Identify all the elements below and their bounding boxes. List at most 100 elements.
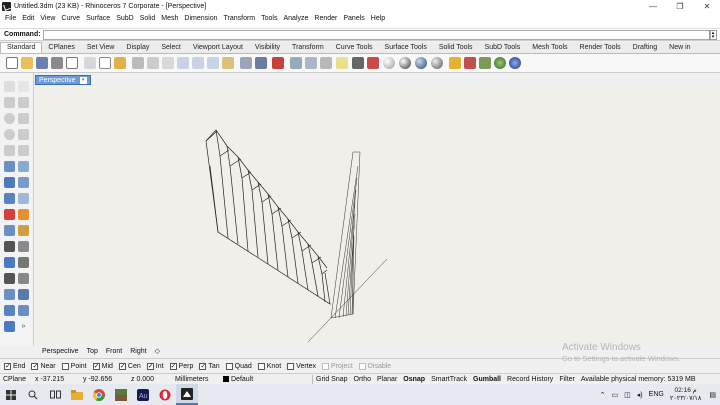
- tab-render-tools[interactable]: Render Tools: [574, 44, 627, 53]
- command-input[interactable]: [42, 29, 711, 40]
- add-view-icon[interactable]: ◇: [151, 347, 164, 355]
- menu-edit[interactable]: Edit: [19, 15, 37, 22]
- grid-icon[interactable]: [255, 57, 267, 69]
- zoom-window-icon[interactable]: [192, 57, 204, 69]
- rendered-sphere-icon[interactable]: [415, 57, 427, 69]
- checkbox-icon[interactable]: [118, 362, 126, 370]
- osnap-vertex[interactable]: Vertex: [287, 362, 316, 370]
- rectangle-icon[interactable]: [4, 145, 15, 156]
- offset-icon[interactable]: [18, 225, 29, 236]
- surface-icon[interactable]: [4, 161, 15, 172]
- menu-transform[interactable]: Transform: [221, 15, 259, 22]
- checkbox-icon[interactable]: [257, 362, 265, 370]
- point-icon[interactable]: [18, 81, 29, 92]
- tab-right[interactable]: Right: [126, 348, 150, 355]
- toggle-smarttrack[interactable]: SmartTrack: [428, 376, 470, 383]
- toggle-planar[interactable]: Planar: [374, 376, 400, 383]
- render-preview-icon[interactable]: [464, 57, 476, 69]
- mirror-icon[interactable]: [18, 289, 29, 300]
- network-icon[interactable]: ◫: [624, 391, 631, 399]
- undo-icon[interactable]: [132, 57, 144, 69]
- tab-transform[interactable]: Transform: [286, 44, 330, 53]
- text-icon[interactable]: [4, 273, 15, 284]
- file-explorer-icon[interactable]: [66, 384, 88, 405]
- toggle-osnap[interactable]: Osnap: [400, 376, 428, 383]
- toggle-filter[interactable]: Filter: [556, 376, 578, 383]
- save-icon[interactable]: [36, 57, 48, 69]
- menu-render[interactable]: Render: [311, 15, 340, 22]
- checkbox-icon[interactable]: [199, 362, 207, 370]
- chrome-icon[interactable]: [88, 384, 110, 405]
- wireframe-sphere-icon[interactable]: [383, 57, 395, 69]
- menu-mesh[interactable]: Mesh: [158, 15, 181, 22]
- shaded-sphere-icon[interactable]: [399, 57, 411, 69]
- checkbox-icon[interactable]: [225, 362, 233, 370]
- new-file-icon[interactable]: [6, 57, 18, 69]
- osnap-int[interactable]: Int: [146, 362, 164, 370]
- clock[interactable]: 02:16 م ٢٠٢٣/٠٧/١٨: [670, 387, 702, 403]
- tab-viewport-layout[interactable]: Viewport Layout: [187, 44, 249, 53]
- menu-curve[interactable]: Curve: [58, 15, 83, 22]
- trim-icon[interactable]: [4, 241, 15, 252]
- light-bulb-icon[interactable]: [336, 57, 348, 69]
- select-arrow-icon[interactable]: [4, 81, 15, 92]
- curve-icon[interactable]: [18, 129, 29, 140]
- checkbox-icon[interactable]: [61, 362, 69, 370]
- zoom-icon[interactable]: [177, 57, 189, 69]
- boolean-icon[interactable]: [4, 209, 15, 220]
- circle-icon[interactable]: [4, 113, 15, 124]
- notifications-icon[interactable]: ▤: [709, 391, 716, 399]
- properties-icon[interactable]: [305, 57, 317, 69]
- paste-icon[interactable]: [114, 57, 126, 69]
- ellipse-icon[interactable]: [4, 129, 15, 140]
- tab-new-in[interactable]: New in: [663, 44, 696, 53]
- osnap-mid[interactable]: Mid: [92, 362, 113, 370]
- sphere-solid-icon[interactable]: [18, 177, 29, 188]
- pan-hand-icon[interactable]: [147, 57, 159, 69]
- hide-icon[interactable]: [320, 57, 332, 69]
- toggle-grid-snap[interactable]: Grid Snap: [313, 376, 351, 383]
- print-icon[interactable]: [51, 57, 63, 69]
- checkbox-icon[interactable]: [322, 362, 330, 370]
- close-button[interactable]: ✕: [694, 0, 720, 13]
- menu-dimension[interactable]: Dimension: [181, 15, 220, 22]
- menu-analyze[interactable]: Analyze: [280, 15, 311, 22]
- menu-tools[interactable]: Tools: [258, 15, 280, 22]
- checkbox-icon[interactable]: [4, 362, 11, 370]
- materials-icon[interactable]: [479, 57, 491, 69]
- tab-cplanes[interactable]: CPlanes: [42, 44, 80, 53]
- checkbox-icon[interactable]: [287, 362, 295, 370]
- tab-surface-tools[interactable]: Surface Tools: [379, 44, 433, 53]
- paint-bucket-icon[interactable]: [367, 57, 379, 69]
- osnap-quad[interactable]: Quad: [225, 362, 252, 370]
- explode-icon[interactable]: [18, 209, 29, 220]
- menu-file[interactable]: File: [2, 15, 19, 22]
- line-icon[interactable]: [18, 97, 29, 108]
- tab-drafting[interactable]: Drafting: [627, 44, 664, 53]
- toggle-record-history[interactable]: Record History: [504, 376, 556, 383]
- tab-top[interactable]: Top: [83, 348, 102, 355]
- minecraft-icon[interactable]: [110, 384, 132, 405]
- fillet-icon[interactable]: [4, 225, 15, 236]
- import-icon[interactable]: [66, 57, 78, 69]
- menu-panels[interactable]: Panels: [340, 15, 367, 22]
- chevron-down-icon[interactable]: ▾: [79, 76, 87, 84]
- menu-subd[interactable]: SubD: [113, 15, 137, 22]
- osnap-point[interactable]: Point: [61, 362, 87, 370]
- tab-visibility[interactable]: Visibility: [249, 44, 286, 53]
- osnap-project[interactable]: Project: [322, 362, 353, 370]
- zoom-extents-icon[interactable]: [207, 57, 219, 69]
- search-icon[interactable]: [22, 384, 44, 405]
- array-icon[interactable]: [4, 289, 15, 300]
- checkbox-icon[interactable]: [146, 362, 154, 370]
- box-icon[interactable]: [4, 177, 15, 188]
- maximize-button[interactable]: ❐: [667, 0, 693, 13]
- checkbox-icon[interactable]: [31, 362, 39, 370]
- volume-icon[interactable]: ◂): [637, 391, 643, 399]
- checkbox-icon[interactable]: [169, 362, 177, 370]
- opera-icon[interactable]: [154, 384, 176, 405]
- perspective-viewport[interactable]: [35, 86, 720, 345]
- scale-icon[interactable]: [4, 305, 15, 316]
- menu-solid[interactable]: Solid: [137, 15, 159, 22]
- task-view-icon[interactable]: [44, 384, 66, 405]
